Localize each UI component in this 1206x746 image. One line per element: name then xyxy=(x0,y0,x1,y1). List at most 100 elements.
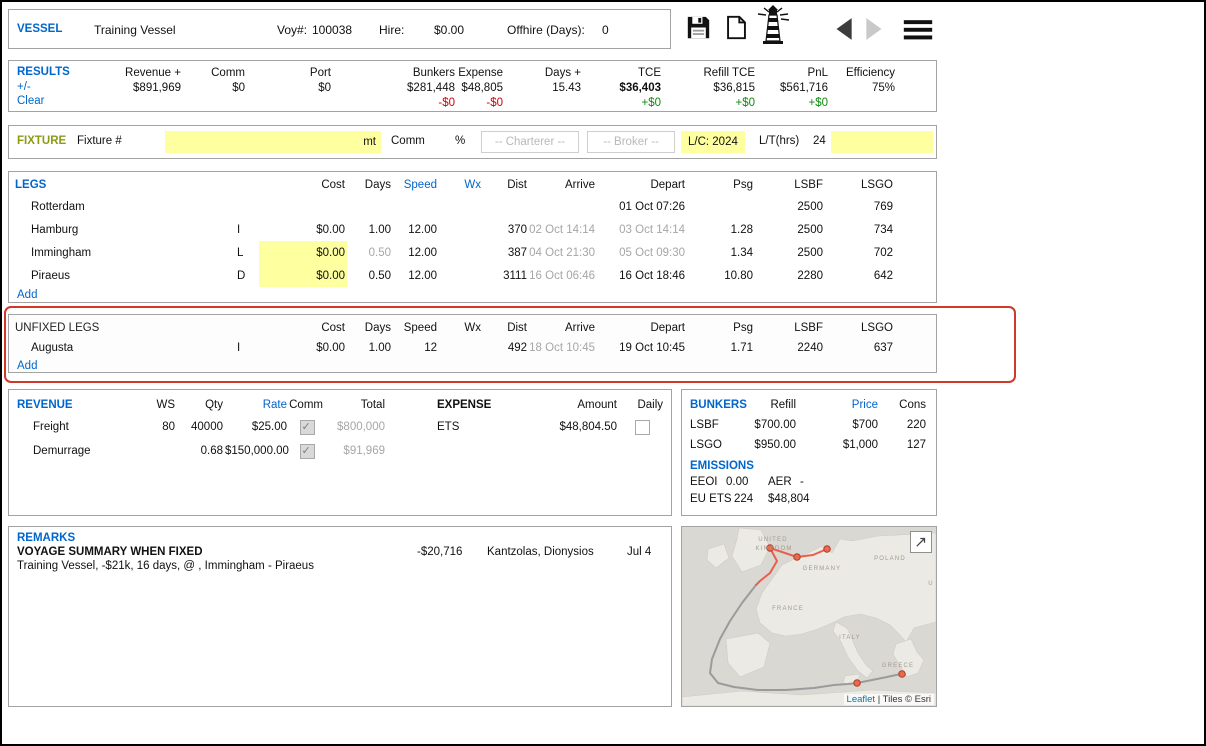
col-price[interactable]: Price xyxy=(796,399,878,411)
legs-add-link[interactable]: Add xyxy=(15,287,936,301)
charterer-dropdown[interactable]: -- Charterer -- xyxy=(481,131,579,153)
leg-depart[interactable]: 01 Oct 07:26 xyxy=(597,195,687,218)
revenue-ws[interactable]: 80 xyxy=(137,421,177,433)
leg-days[interactable]: 1.00 xyxy=(347,338,393,358)
laytime-label: L/T(hrs) xyxy=(759,135,799,147)
remarks-body[interactable]: Training Vessel, -$21k, 16 days, @ , Imm… xyxy=(17,560,314,572)
col-wx[interactable]: Wx xyxy=(439,175,483,195)
results-panel: RESULTS +/- Clear Revenue + Comm Port Bu… xyxy=(8,60,937,112)
leg-depart: 16 Oct 18:46 xyxy=(597,264,687,287)
expense-row: ETS $48,804.50 xyxy=(437,415,667,439)
leg-speed[interactable]: 12.00 xyxy=(393,241,439,264)
results-clear-link[interactable]: Clear xyxy=(17,95,44,107)
col-rate[interactable]: Rate xyxy=(225,399,289,411)
leg-cost[interactable]: $0.00 xyxy=(259,338,347,358)
map-label-poland: POLAND xyxy=(874,556,906,562)
offhire-value[interactable]: 0 xyxy=(602,23,609,37)
comm-checkbox[interactable] xyxy=(300,444,315,459)
leg-days[interactable]: 1.00 xyxy=(347,218,393,241)
col-psg: Psg xyxy=(687,318,755,338)
col-qty: Qty xyxy=(177,399,225,411)
revenue-qty[interactable]: 0.68 xyxy=(177,445,225,457)
results-header: Port xyxy=(247,66,333,81)
leg-row: Immingham L $0.00 0.50 12.00 387 04 Oct … xyxy=(15,241,936,264)
col-psg: Psg xyxy=(687,175,755,195)
unfixed-add-link[interactable]: Add xyxy=(15,358,936,372)
laytime-value[interactable]: 24 xyxy=(813,135,826,147)
laycan-chip[interactable]: L/C: 2024 xyxy=(681,131,745,153)
leg-speed[interactable]: 12.00 xyxy=(393,264,439,287)
daily-checkbox[interactable] xyxy=(635,420,650,435)
leg-cost[interactable]: $0.00 xyxy=(259,241,347,264)
port-marker-hamburg[interactable] xyxy=(824,546,830,552)
leg-port[interactable]: Augusta xyxy=(15,342,237,354)
euets-cost: $48,804 xyxy=(768,493,810,505)
bunkers-panel: BUNKERS Refill Price Cons LSBF $700.00 $… xyxy=(681,389,937,516)
save-icon[interactable] xyxy=(685,14,712,44)
leg-lsbf: 2500 xyxy=(755,218,825,241)
voyage-number-value[interactable]: 100038 xyxy=(312,23,352,37)
revenue-rate[interactable]: $25.00 xyxy=(225,421,289,433)
vessel-name[interactable]: Training Vessel xyxy=(94,23,176,37)
leg-port[interactable]: Rotterdam xyxy=(15,201,237,213)
col-speed[interactable]: Speed xyxy=(393,175,439,195)
comm-checkbox[interactable] xyxy=(300,420,315,435)
results-delta xyxy=(505,96,583,111)
bunker-refill[interactable]: $700.00 xyxy=(736,419,796,431)
fixture-panel: FIXTURE Fixture # mt Comm % -- Charterer… xyxy=(8,125,937,159)
results-delta xyxy=(183,96,247,111)
revenue-qty[interactable]: 40000 xyxy=(177,421,225,433)
results-header: Efficiency xyxy=(830,66,897,81)
results-delta: -$0 xyxy=(457,96,505,111)
results-plus-minus-link[interactable]: +/- xyxy=(17,81,31,93)
leg-port[interactable]: Immingham xyxy=(15,247,237,259)
map-expand-button[interactable] xyxy=(910,531,932,553)
bunker-cons[interactable]: 220 xyxy=(878,419,926,431)
revenue-rate[interactable]: $150,000.00 xyxy=(225,445,289,457)
leaflet-link[interactable]: Leaflet xyxy=(847,694,876,705)
port-marker-piraeus[interactable] xyxy=(899,671,905,677)
leg-port[interactable]: Hamburg xyxy=(15,224,237,236)
col-wx: Wx xyxy=(439,318,483,338)
leg-lsgo: 734 xyxy=(825,218,895,241)
leg-arrive: 02 Oct 14:14 xyxy=(529,218,597,241)
bunker-row: LSGO $950.00 $1,000 127 xyxy=(690,435,926,455)
broker-dropdown[interactable]: -- Broker -- xyxy=(587,131,675,153)
bunker-refill[interactable]: $950.00 xyxy=(736,439,796,451)
remarks-panel[interactable]: REMARKS VOYAGE SUMMARY WHEN FIXED -$20,7… xyxy=(8,526,672,707)
leg-cost[interactable]: $0.00 xyxy=(259,218,347,241)
fixture-extra-field[interactable] xyxy=(831,131,933,153)
leg-speed[interactable]: 12 xyxy=(393,338,439,358)
bunker-price[interactable]: $1,000 xyxy=(796,439,878,451)
revenue-total: $800,000 xyxy=(325,421,387,433)
leg-days[interactable] xyxy=(347,195,393,218)
voyage-number-label: Voy#: xyxy=(277,23,307,37)
leg-days[interactable]: 0.50 xyxy=(347,264,393,287)
port-marker-augusta[interactable] xyxy=(854,680,860,686)
back-arrow-icon[interactable] xyxy=(832,16,854,45)
map-label-uk-1: UNITED xyxy=(758,537,788,543)
port-marker-rotterdam[interactable] xyxy=(794,554,800,560)
cargo-qty-field[interactable]: mt xyxy=(165,131,381,153)
leg-cost[interactable] xyxy=(259,195,347,218)
expense-item: ETS xyxy=(437,421,497,433)
bunker-cons[interactable]: 127 xyxy=(878,439,926,451)
menu-icon[interactable] xyxy=(902,18,934,45)
leg-cost[interactable]: $0.00 xyxy=(259,264,347,287)
cargo-qty-input[interactable] xyxy=(165,131,363,153)
lighthouse-icon[interactable] xyxy=(752,5,794,48)
leg-psg: 1.71 xyxy=(687,338,755,358)
hire-value[interactable]: $0.00 xyxy=(434,23,464,37)
copy-document-icon[interactable] xyxy=(723,14,750,44)
leg-speed[interactable] xyxy=(393,195,439,218)
leg-port[interactable]: Piraeus xyxy=(15,270,237,282)
forward-arrow-icon[interactable] xyxy=(864,16,886,45)
leg-type: D xyxy=(237,270,259,282)
route-map[interactable]: UNITED KINGDOM GERMANY POLAND FRANCE ITA… xyxy=(681,526,937,707)
leg-days[interactable]: 0.50 xyxy=(347,241,393,264)
bunker-price[interactable]: $700 xyxy=(796,419,878,431)
leg-speed[interactable]: 12.00 xyxy=(393,218,439,241)
fixture-extra-input[interactable] xyxy=(831,131,994,153)
unfixed-leg-row: Augusta I $0.00 1.00 12 492 18 Oct 10:45… xyxy=(15,338,936,358)
leg-psg: 1.34 xyxy=(687,241,755,264)
